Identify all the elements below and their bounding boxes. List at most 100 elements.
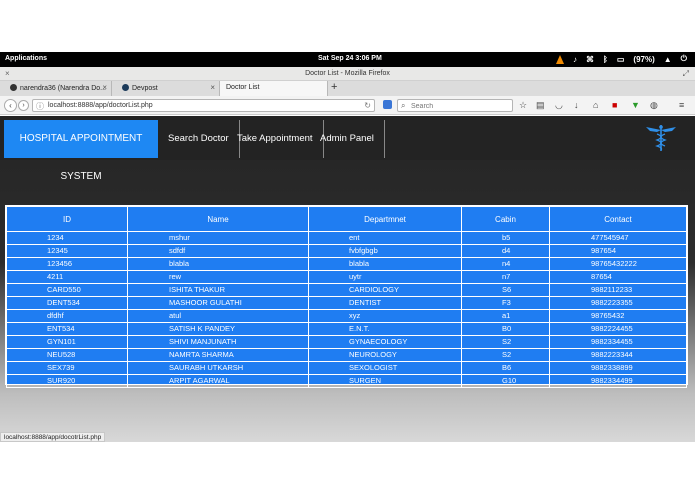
- reload-icon[interactable]: ↻: [364, 101, 371, 110]
- clock[interactable]: Sat Sep 24 3:06 PM: [318, 55, 382, 62]
- table-cell: 9882334499: [549, 374, 687, 388]
- menu-icon[interactable]: ≡: [679, 100, 684, 110]
- search-input[interactable]: [411, 101, 509, 111]
- tab-devpost[interactable]: Devpost ×: [112, 81, 220, 96]
- back-icon[interactable]: ‹: [4, 99, 17, 112]
- table-cell: DENT534: [6, 296, 128, 310]
- addon-badge-icon[interactable]: ■: [612, 100, 617, 110]
- table-row: 12345 sdfdf fvbfgbgb d4 987654: [6, 244, 687, 258]
- table-cell: SHIVI MANJUNATH: [127, 335, 309, 349]
- header-department: Departmnet: [308, 206, 462, 232]
- battery-percent: (97%): [633, 54, 655, 64]
- table-cell: 123456: [6, 257, 128, 271]
- nav-admin-panel[interactable]: Admin Panel: [310, 120, 385, 158]
- table-cell: 87654: [549, 270, 687, 284]
- table-cell: 9882338899: [549, 361, 687, 375]
- url-bar[interactable]: ⓘ localhost:8888/app/doctorList.php ↻: [32, 99, 375, 112]
- table-cell: E.N.T.: [308, 322, 462, 336]
- status-link: localhost:8888/app/docotrList.php: [0, 432, 106, 442]
- table-cell: ARPIT AGARWAL: [127, 374, 309, 388]
- url-text[interactable]: localhost:8888/app/doctorList.php: [48, 102, 153, 109]
- table-cell: 98765432: [549, 309, 687, 323]
- bookmark-star-icon[interactable]: ☆: [519, 100, 527, 111]
- power-icon[interactable]: ⏻: [681, 54, 687, 64]
- table-cell: F3: [461, 296, 550, 310]
- bluetooth-icon[interactable]: ᛒ: [603, 55, 608, 64]
- globe-icon[interactable]: ◍: [650, 100, 658, 111]
- tab-label: Devpost: [132, 85, 158, 92]
- network-icon[interactable]: ⌘: [586, 55, 594, 64]
- table-cell: uytr: [308, 270, 462, 284]
- table-cell: S2: [461, 348, 550, 362]
- table-cell: blabla: [308, 257, 462, 271]
- table-cell: ISHITA THAKUR: [127, 283, 309, 297]
- table-cell: rew: [127, 270, 309, 284]
- search-icon: ⌕: [401, 101, 406, 110]
- extension-icon[interactable]: [383, 100, 392, 109]
- table-header-row: ID Name Departmnet Cabin Contact: [6, 206, 687, 232]
- table-row: CARD550 ISHITA THAKUR CARDIOLOGY S6 98821122…: [6, 283, 687, 297]
- table-cell: SUR920: [6, 374, 128, 388]
- search-bar[interactable]: ⌕: [397, 99, 513, 112]
- system-panel: Applications Sat Sep 24 3:06 PM ♪ ⌘ ᛒ ▭ …: [0, 52, 695, 67]
- table-row: dfdhf atul xyz a1 98765432: [6, 309, 687, 323]
- tab-label: narendra36 (Narendra Do...: [20, 85, 106, 92]
- table-cell: S6: [461, 283, 550, 297]
- tab-doctor-list[interactable]: Doctor List: [220, 81, 328, 96]
- table-cell: SURGEN: [308, 374, 462, 388]
- table-cell: GYN101: [6, 335, 128, 349]
- table-row: NEU528 NAMRTA SHARMA NEUROLOGY S2 9882223344: [6, 348, 687, 362]
- download-helper-icon[interactable]: ▼: [631, 100, 640, 110]
- close-tab-icon[interactable]: ×: [210, 83, 215, 92]
- table-cell: atul: [127, 309, 309, 323]
- caduceus-icon: [646, 125, 676, 151]
- table-cell: 987654: [549, 244, 687, 258]
- close-tab-icon[interactable]: ×: [102, 83, 107, 92]
- table-cell: 1234: [6, 231, 128, 245]
- table-cell: SAURABH UTKARSH: [127, 361, 309, 375]
- downloads-icon[interactable]: ↓: [574, 100, 579, 110]
- notification-icon[interactable]: ▲: [664, 55, 672, 64]
- bottom-margin: [0, 442, 695, 494]
- table-cell: 477545947: [549, 231, 687, 245]
- new-tab-icon[interactable]: +: [331, 81, 337, 93]
- table-cell: G10: [461, 374, 550, 388]
- volume-icon[interactable]: ♪: [573, 55, 577, 64]
- info-icon[interactable]: ⓘ: [36, 101, 44, 112]
- table-cell: GYNAECOLOGY: [308, 335, 462, 349]
- table-cell: b5: [461, 231, 550, 245]
- system-tray: ♪ ⌘ ᛒ ▭ (97%) ▲ ⏻: [556, 54, 687, 64]
- table-row: DENT534 MASHOOR GULATHI DENTIST F3 988222335…: [6, 296, 687, 310]
- site-header: HOSPITAL APPOINTMENT SYSTEM Search Docto…: [0, 116, 695, 182]
- github-icon: [10, 84, 17, 91]
- table-cell: ent: [308, 231, 462, 245]
- home-icon[interactable]: ⌂: [593, 100, 598, 110]
- maximize-icon[interactable]: ⤢: [683, 69, 689, 79]
- reading-list-icon[interactable]: ▤: [536, 100, 545, 111]
- table-cell: NEU528: [6, 348, 128, 362]
- pocket-icon[interactable]: ◡: [555, 100, 563, 111]
- table-cell: fvbfgbgb: [308, 244, 462, 258]
- table-cell: sdfdf: [127, 244, 309, 258]
- forward-icon[interactable]: ›: [18, 100, 29, 111]
- table-row: GYN101 SHIVI MANJUNATH GYNAECOLOGY S2 988233…: [6, 335, 687, 349]
- tab-github[interactable]: narendra36 (Narendra Do... ×: [0, 81, 112, 96]
- table-cell: n4: [461, 257, 550, 271]
- table-cell: a1: [461, 309, 550, 323]
- table-cell: n7: [461, 270, 550, 284]
- site-brand[interactable]: HOSPITAL APPOINTMENT SYSTEM: [4, 120, 158, 182]
- table-cell: xyz: [308, 309, 462, 323]
- battery-icon[interactable]: ▭: [617, 55, 625, 64]
- table-cell: CARD550: [6, 283, 128, 297]
- table-cell: SATISH K PANDEY: [127, 322, 309, 336]
- table-cell: 9882334455: [549, 335, 687, 349]
- header-contact: Contact: [549, 206, 687, 232]
- table-cell: B6: [461, 361, 550, 375]
- vlc-icon[interactable]: [556, 54, 565, 64]
- devpost-icon: [122, 84, 129, 91]
- tab-strip: narendra36 (Narendra Do... × Devpost × D…: [0, 81, 695, 96]
- doctor-table: ID Name Departmnet Cabin Contact 1234 msh…: [5, 205, 688, 388]
- applications-menu[interactable]: Applications: [5, 55, 47, 62]
- table-row: ENT534 SATISH K PANDEY E.N.T. B0 9882224455: [6, 322, 687, 336]
- table-cell: mshur: [127, 231, 309, 245]
